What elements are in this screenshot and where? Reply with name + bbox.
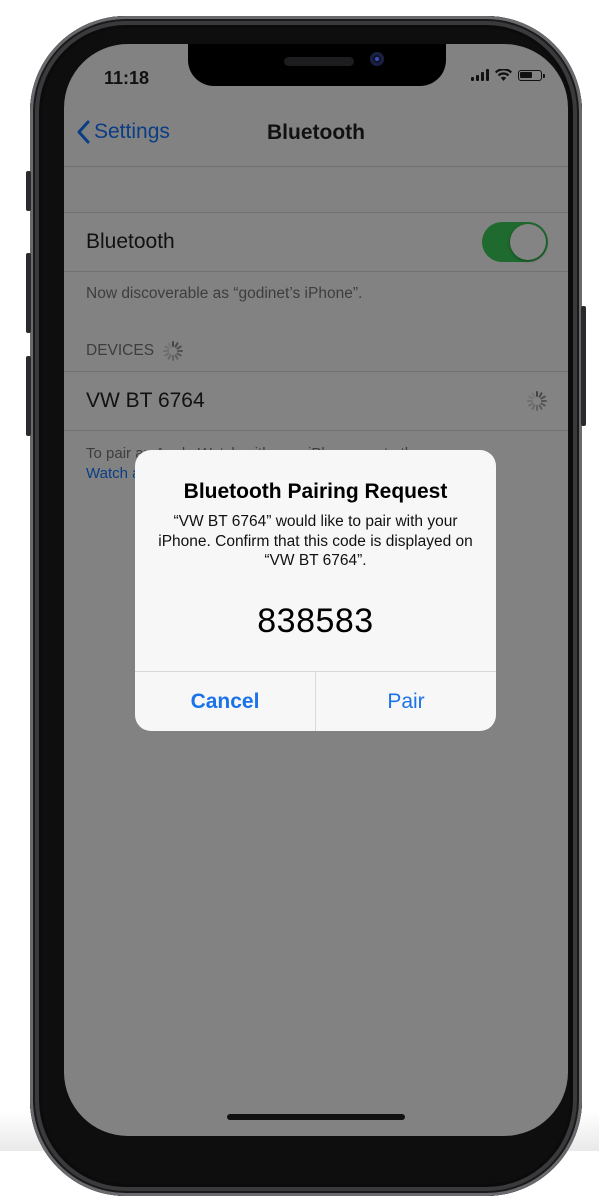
alert-message: “VW BT 6764” would like to pair with you… [158,513,473,569]
pair-button[interactable]: Pair [316,672,496,731]
mute-switch [26,171,31,211]
pairing-code: 838583 [257,602,374,640]
bluetooth-row: Bluetooth [64,212,568,272]
screen: 11:18 Settings Bluetooth Bluetooth Now d… [64,44,568,1136]
side-button [581,306,586,426]
page-title: Bluetooth [267,121,365,144]
volume-up-button [26,253,31,333]
signal-icon [471,69,489,81]
cancel-button[interactable]: Cancel [135,672,316,731]
wifi-icon [495,69,512,81]
devices-header: DEVICES [86,340,184,362]
loading-spinner-icon [162,340,184,362]
battery-icon [518,69,545,81]
devices-header-label: DEVICES [86,342,155,359]
speaker-grille [284,57,354,66]
status-time: 11:18 [104,68,150,88]
pairing-alert: Bluetooth Pairing Request “VW BT 6764” w… [135,450,496,731]
device-row[interactable]: VW BT 6764 [64,371,568,431]
toggle-knob [510,224,546,260]
device-connecting-spinner-icon [526,390,548,412]
discoverable-text: Now discoverable as “godinet’s iPhone”. [86,285,363,302]
alert-buttons: Cancel Pair [135,671,496,731]
bluetooth-label: Bluetooth [86,230,175,253]
alert-title: Bluetooth Pairing Request [183,480,448,503]
navigation-bar: Settings Bluetooth [64,104,568,167]
volume-down-button [26,356,31,436]
notch [188,44,446,86]
front-camera-icon [370,52,384,66]
device-name: VW BT 6764 [86,389,205,412]
status-icons [471,69,545,81]
bluetooth-toggle[interactable] [482,222,548,262]
home-indicator[interactable] [227,1114,405,1120]
